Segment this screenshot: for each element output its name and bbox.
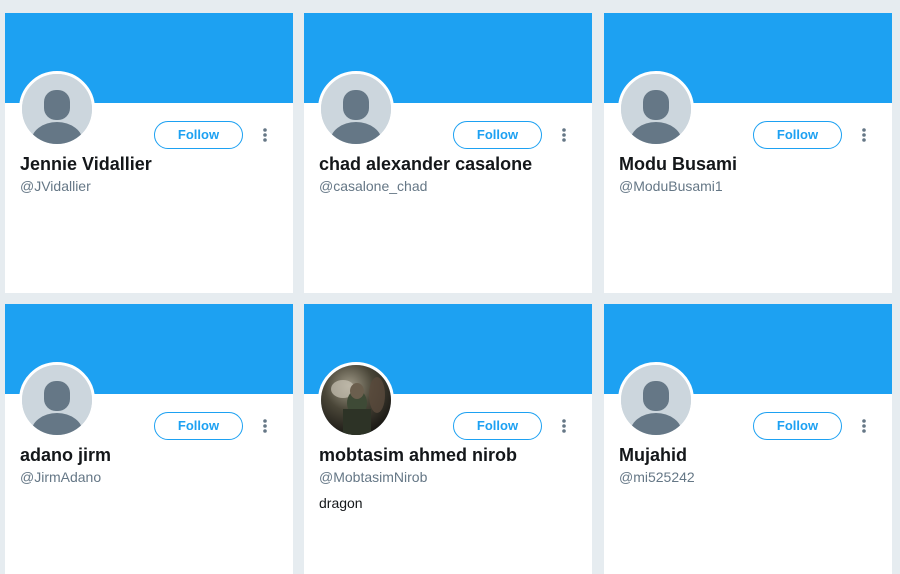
default-avatar-icon[interactable] bbox=[19, 71, 95, 147]
default-avatar-icon[interactable] bbox=[618, 71, 694, 147]
follow-button[interactable]: Follow bbox=[154, 412, 243, 440]
user-handle[interactable]: @MobtasimNirob bbox=[319, 469, 427, 485]
follow-button[interactable]: Follow bbox=[154, 121, 243, 149]
default-avatar-icon[interactable] bbox=[618, 362, 694, 438]
user-card[interactable]: Follow adano jirm @JirmAdano bbox=[5, 304, 293, 574]
follow-button[interactable]: Follow bbox=[753, 121, 842, 149]
user-name[interactable]: Modu Busami bbox=[619, 154, 737, 175]
user-handle[interactable]: @JVidallier bbox=[20, 178, 91, 194]
more-options-icon[interactable] bbox=[558, 416, 570, 436]
user-name[interactable]: chad alexander casalone bbox=[319, 154, 532, 175]
user-card[interactable]: Follow Jennie Vidallier @JVidallier bbox=[5, 13, 293, 293]
user-name[interactable]: Jennie Vidallier bbox=[20, 154, 152, 175]
default-avatar-icon[interactable] bbox=[318, 71, 394, 147]
more-options-icon[interactable] bbox=[259, 416, 271, 436]
user-handle[interactable]: @ModuBusami1 bbox=[619, 178, 723, 194]
default-avatar-icon[interactable] bbox=[19, 362, 95, 438]
user-card[interactable]: Follow chad alexander casalone @casalone… bbox=[304, 13, 592, 293]
follow-button[interactable]: Follow bbox=[753, 412, 842, 440]
user-name[interactable]: adano jirm bbox=[20, 445, 111, 466]
more-options-icon[interactable] bbox=[858, 416, 870, 436]
user-handle[interactable]: @casalone_chad bbox=[319, 178, 427, 194]
more-options-icon[interactable] bbox=[259, 125, 271, 145]
follow-button[interactable]: Follow bbox=[453, 121, 542, 149]
follow-button[interactable]: Follow bbox=[453, 412, 542, 440]
user-name[interactable]: mobtasim ahmed nirob bbox=[319, 445, 517, 466]
user-handle[interactable]: @mi525242 bbox=[619, 469, 695, 485]
user-card[interactable]: Follow Mujahid @mi525242 bbox=[604, 304, 892, 574]
user-name[interactable]: Mujahid bbox=[619, 445, 687, 466]
user-card[interactable]: Follow Modu Busami @ModuBusami1 bbox=[604, 13, 892, 293]
more-options-icon[interactable] bbox=[558, 125, 570, 145]
user-handle[interactable]: @JirmAdano bbox=[20, 469, 101, 485]
user-bio: dragon bbox=[319, 495, 363, 511]
more-options-icon[interactable] bbox=[858, 125, 870, 145]
profile-photo[interactable] bbox=[318, 362, 394, 438]
user-card[interactable]: Follow mobtasim ahmed nirob @MobtasimNir… bbox=[304, 304, 592, 574]
